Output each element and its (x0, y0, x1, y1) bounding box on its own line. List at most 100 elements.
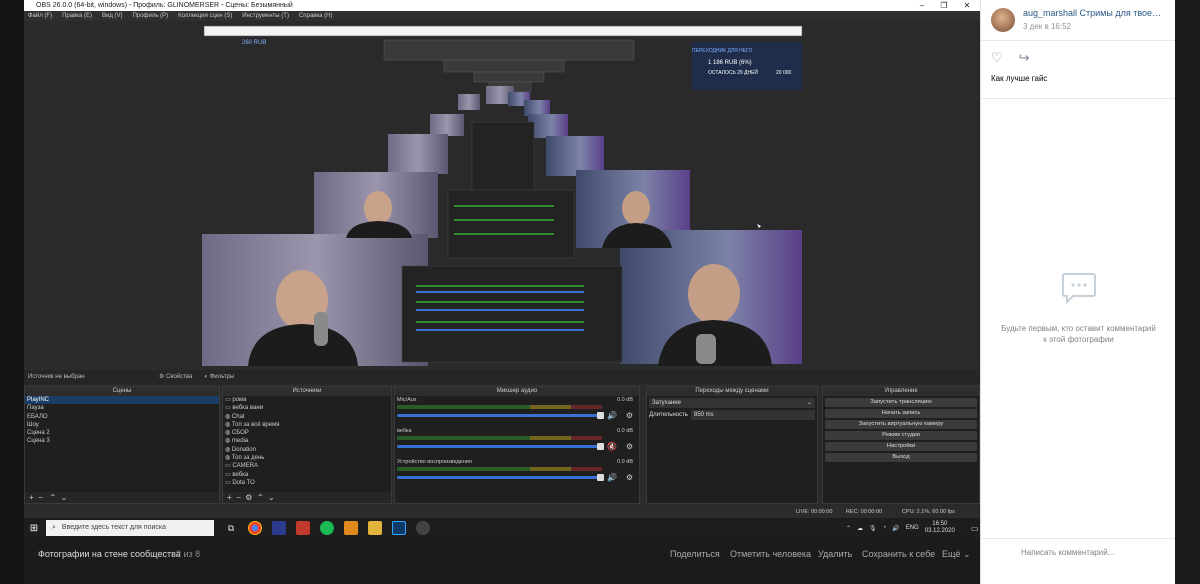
volume-slider[interactable] (397, 445, 602, 448)
source-item[interactable]: ◍ Donation (223, 446, 391, 454)
studio-mode-button[interactable]: Режим студии (825, 430, 977, 440)
share-button[interactable]: Поделиться (670, 540, 720, 568)
comment-bubble-icon (1061, 273, 1096, 305)
volume-slider[interactable] (397, 476, 602, 479)
speaker-icon[interactable]: 🔊 (607, 411, 617, 420)
app-icon[interactable] (344, 521, 358, 535)
source-item[interactable]: ▭ вебка вани (223, 404, 391, 412)
network-icon[interactable]: ☁ (857, 525, 863, 532)
photoshop-icon[interactable] (392, 521, 406, 535)
source-item[interactable]: ◍ Топ за день (223, 454, 391, 462)
volume-knob[interactable] (597, 474, 604, 481)
notifications-icon[interactable]: ▭ (971, 524, 979, 533)
properties-button[interactable]: ⚙ Свойства (159, 370, 192, 384)
share-icon[interactable]: ↪ (1019, 50, 1030, 66)
delete-button[interactable]: Удалить (818, 540, 852, 568)
duration-label: Длительность (649, 412, 688, 418)
move-up-button[interactable]: ⌃ (49, 493, 56, 502)
obs-title: OBS 26.0.0 (64-bit, windows) - Профиль: … (36, 2, 293, 9)
app-icon[interactable] (272, 521, 286, 535)
task-view-icon[interactable]: ⧉ (224, 521, 238, 535)
save-button[interactable]: Сохранить к себе (862, 540, 935, 568)
speaker-icon[interactable]: 🔊 (607, 473, 617, 482)
language-indicator[interactable]: ENG (906, 525, 919, 531)
remove-source-button[interactable]: − (236, 493, 241, 502)
source-item[interactable]: ◍ media (223, 437, 391, 445)
left-gutter (0, 0, 24, 584)
menu-help[interactable]: Справка (H) (299, 11, 333, 21)
like-icon[interactable]: ♡ (991, 50, 1003, 66)
scene-item[interactable]: Шоу (25, 421, 219, 429)
remove-scene-button[interactable]: − (38, 493, 43, 502)
tag-person-button[interactable]: Отметить человека (730, 540, 811, 568)
scene-item[interactable]: PlayINC (25, 396, 219, 405)
start-virtual-camera-button[interactable]: Запустить виртуальную камеру (825, 419, 977, 429)
preview-canvas[interactable]: 1 186 RUB (6%) ОСТАЛОСЬ 29 ДНЕЙ 20 000 П… (24, 22, 980, 366)
move-up-button[interactable]: ⌃ (257, 493, 264, 502)
author-name[interactable]: aug_marshall Стримы для твоей ду... (1023, 8, 1163, 18)
avatar[interactable] (991, 8, 1015, 32)
gear-icon[interactable]: ⚙ (626, 442, 633, 451)
comment-input[interactable]: Написать комментарий... (1021, 548, 1114, 557)
menu-tools[interactable]: Инструменты (T) (242, 11, 289, 21)
scene-item[interactable]: Сцена 3 (25, 437, 219, 445)
source-item[interactable]: ▭ вебка (223, 471, 391, 479)
source-item[interactable]: ◍ Chat (223, 413, 391, 421)
menu-profile[interactable]: Профиль (P) (133, 11, 169, 21)
gear-icon[interactable]: ⚙ (626, 473, 633, 482)
clock[interactable]: 16:50 03.12.2020 (925, 521, 955, 535)
post-date[interactable]: 3 дек в 16:52 (1023, 22, 1163, 31)
volume-slider[interactable] (397, 414, 602, 417)
gallery-caption[interactable]: Фотографии на стене сообщества (38, 540, 181, 568)
overlay-caption: ПЕРЕХОДНИК ДЛЯ НЕГО (692, 48, 752, 54)
search-placeholder: Введите здесь текст для поиска (61, 524, 166, 531)
settings-button[interactable]: Настройки (825, 441, 977, 451)
filters-button[interactable]: ◐ Фильтры (204, 370, 234, 384)
source-item[interactable]: ◍ СБОР (223, 429, 391, 437)
menu-view[interactable]: Вид (V) (102, 11, 123, 21)
file-explorer-icon[interactable] (368, 521, 382, 535)
move-down-button[interactable]: ⌄ (61, 493, 68, 502)
source-item[interactable]: ▭ Dota TO (223, 479, 391, 487)
duration-input[interactable]: 850 ms (691, 410, 815, 420)
add-scene-button[interactable]: + (29, 493, 34, 502)
add-source-button[interactable]: + (227, 493, 232, 502)
exit-button[interactable]: Выход (825, 452, 977, 462)
volume-knob[interactable] (597, 443, 604, 450)
menu-file[interactable]: Файл (F) (28, 11, 52, 21)
source-item[interactable]: ▭ CAMERA (223, 462, 391, 470)
start-recording-button[interactable]: Начать запись (825, 408, 977, 418)
scene-item[interactable]: Пауза (25, 404, 219, 412)
menu-edit[interactable]: Правка (E) (62, 11, 92, 21)
volume-knob[interactable] (597, 412, 604, 419)
start-streaming-button[interactable]: Запустить трансляцию (825, 397, 977, 407)
source-settings-icon[interactable]: ⚙ (245, 493, 252, 502)
app-icon[interactable] (296, 521, 310, 535)
gear-icon[interactable]: ⚙ (626, 411, 633, 420)
chrome-icon[interactable] (248, 521, 262, 535)
volume-icon[interactable]: 🔊 (892, 525, 899, 532)
donation-goal: 20 000 (776, 70, 792, 76)
wifi-icon[interactable]: ◔ (883, 525, 887, 531)
transition-select[interactable]: Затухание ⌄ (649, 398, 815, 408)
mixer-channel: Mic/Aux 0.0 dB 🔊 ⚙ (397, 397, 637, 427)
more-button[interactable]: Ещё ⌄ (942, 540, 970, 568)
minimize-button[interactable]: – (914, 0, 930, 11)
taskbar-search[interactable]: ⌕ Введите здесь текст для поиска (46, 520, 214, 536)
mic-icon[interactable]: 🎙 (869, 525, 877, 532)
windows-start-icon[interactable]: ⊞ (24, 523, 44, 534)
spotify-icon[interactable] (320, 521, 334, 535)
move-down-button[interactable]: ⌄ (268, 493, 275, 502)
close-button[interactable]: ✕ (959, 0, 975, 11)
source-item[interactable]: ▭ рома (223, 396, 391, 404)
tray-chevron-icon[interactable]: ⌃ (846, 525, 851, 532)
scene-item[interactable]: Сцена 2 (25, 429, 219, 437)
muted-speaker-icon[interactable]: 🔇 (607, 442, 617, 451)
source-item[interactable]: ◍ Топ за всё время (223, 421, 391, 429)
menu-scene-collection[interactable]: Коллекция сцен (S) (178, 11, 232, 21)
scene-item[interactable]: ЕБАЛО (25, 413, 219, 421)
empty-comments: Будьте первым, кто оставит комментарий к… (981, 270, 1176, 345)
obs-icon[interactable] (416, 521, 430, 535)
maximize-button[interactable]: ❐ (936, 0, 952, 11)
obs-statusbar: LIVE: 00:00:00 REC: 00:00:00 CPU: 2.1%, … (24, 507, 980, 518)
